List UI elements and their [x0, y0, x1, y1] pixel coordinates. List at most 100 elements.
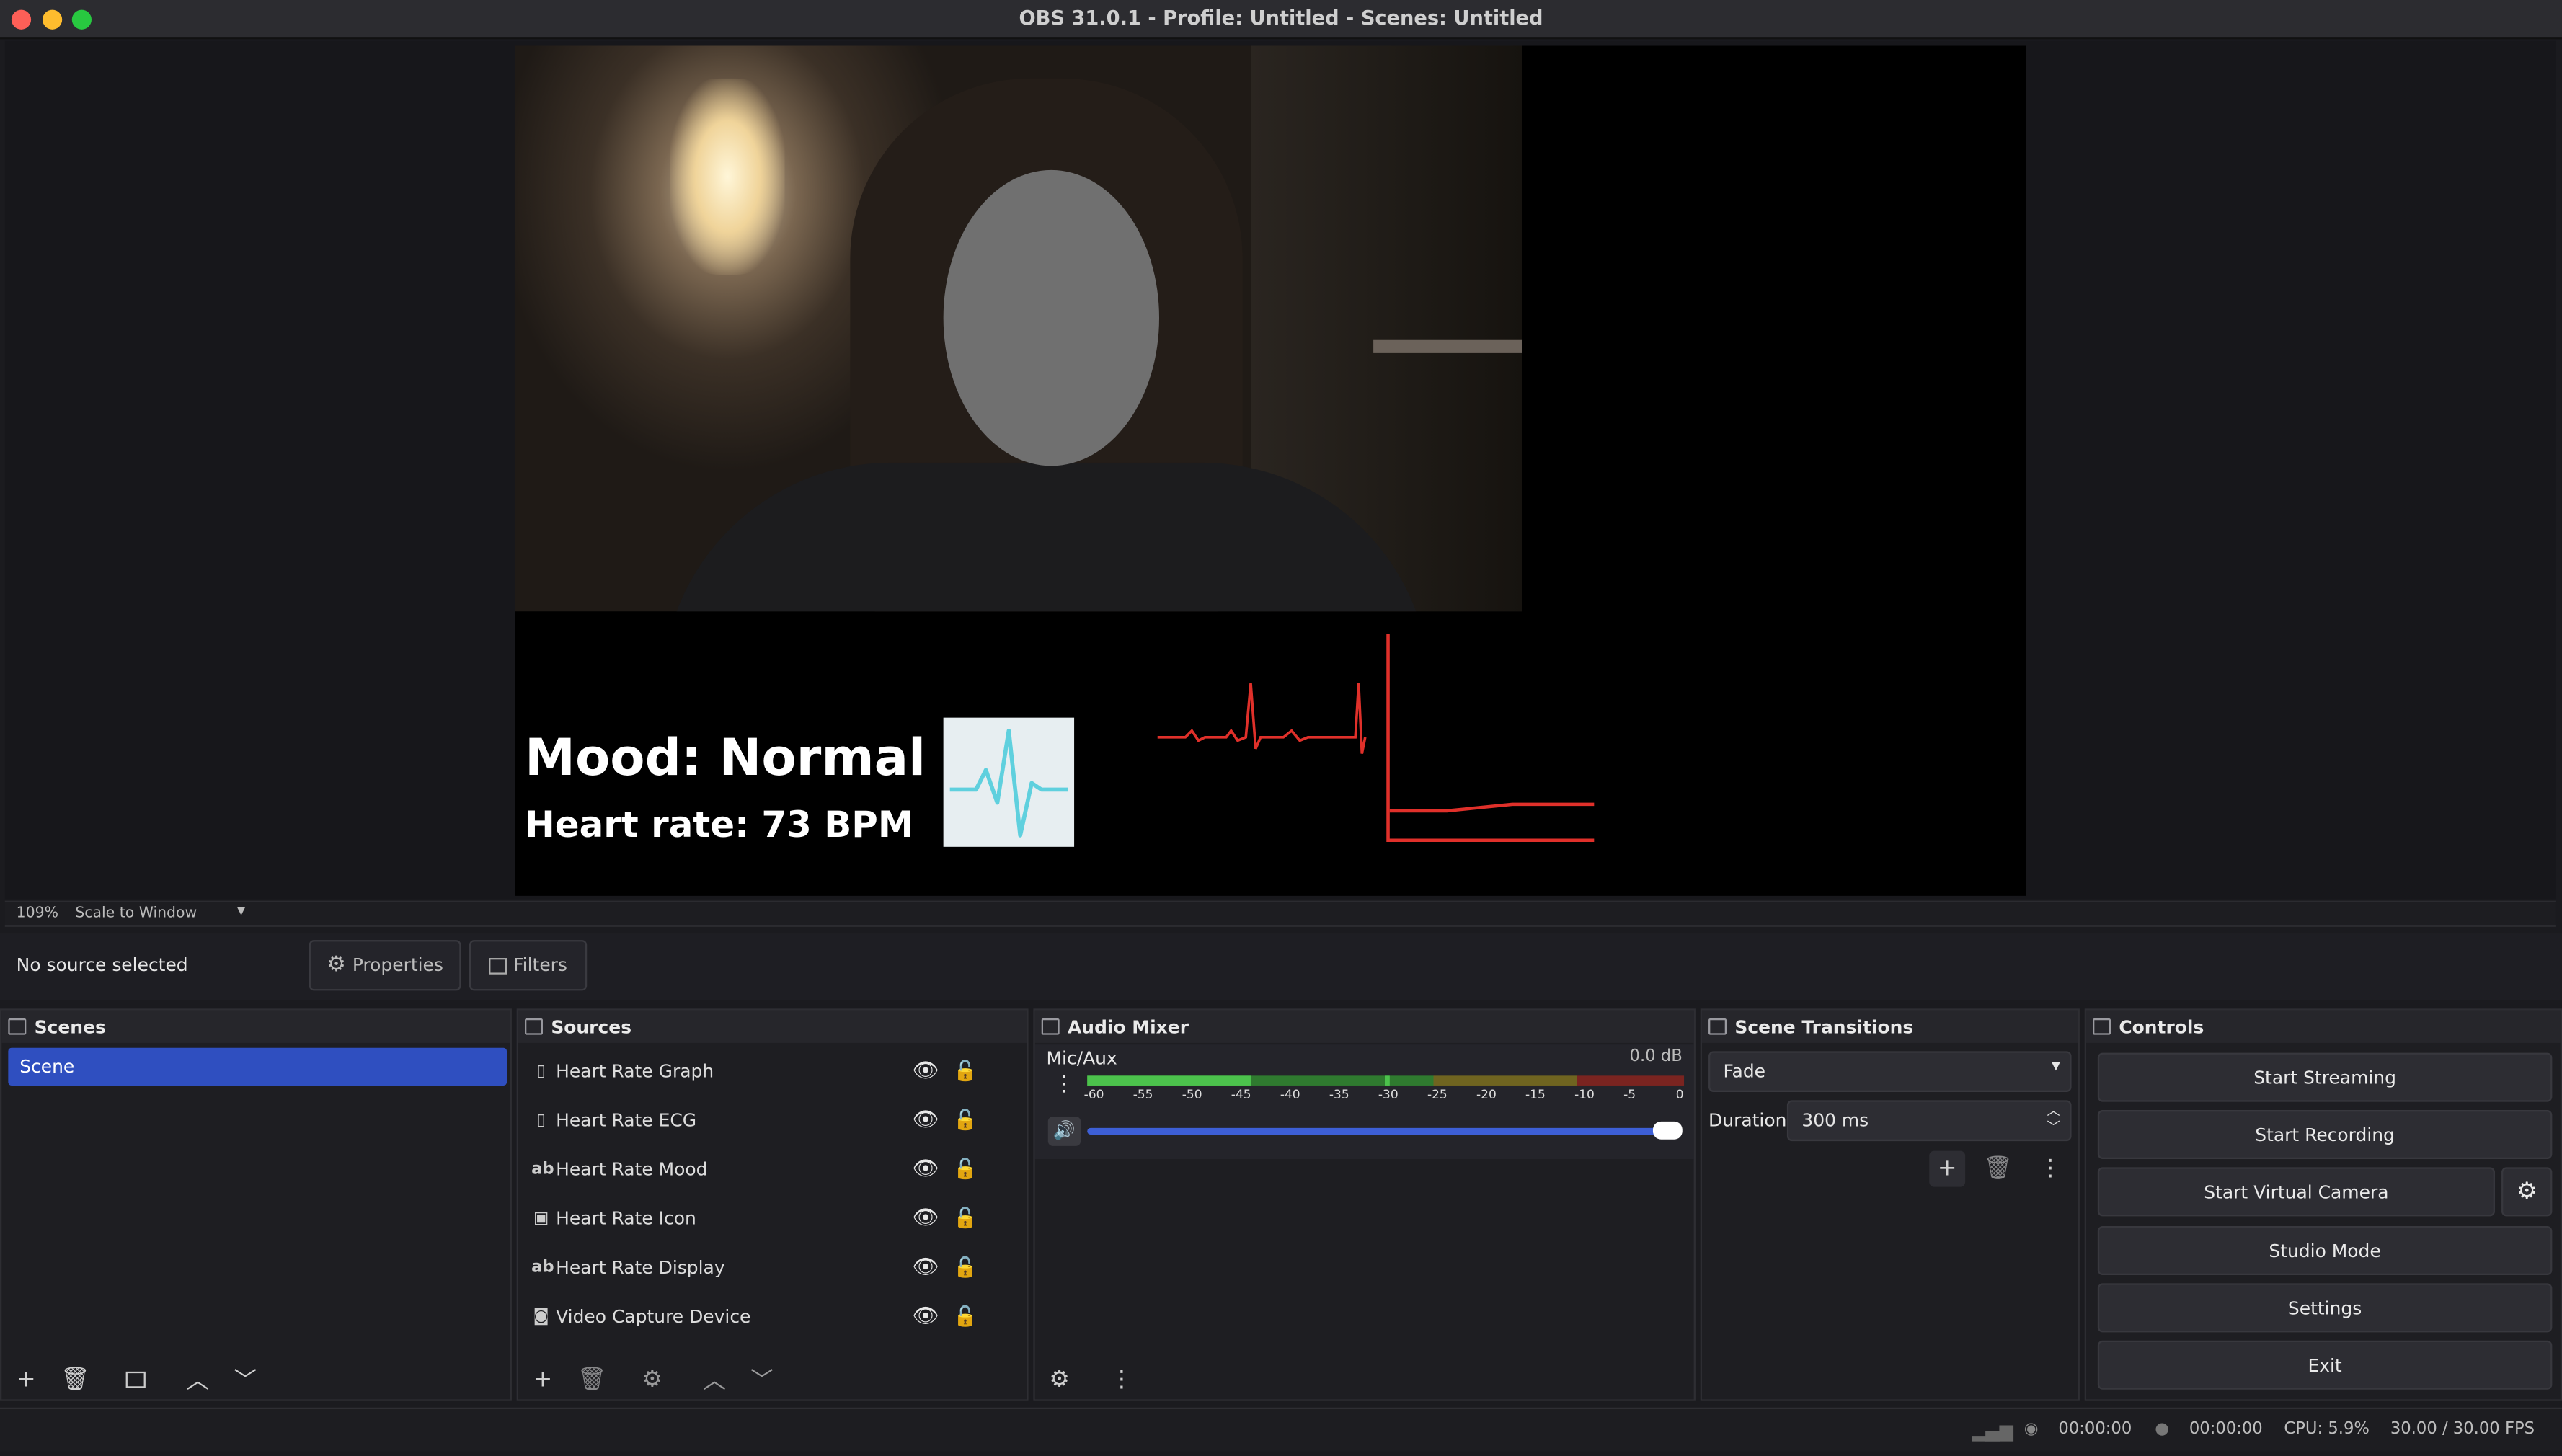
move-scene-up-button[interactable]: ︿ — [182, 1365, 214, 1395]
audio-mixer-dock: Audio Mixer Mic/Aux 0.0 dB ⋮ -60 -55 -50… — [1033, 1008, 1696, 1401]
volume-slider-handle[interactable] — [1652, 1121, 1683, 1140]
audio-settings-button[interactable]: ⚙ — [1043, 1365, 1076, 1395]
eye-icon[interactable]: 👁 — [913, 1108, 939, 1132]
page-icon: ▯ — [536, 1062, 546, 1080]
plus-icon: + — [16, 1367, 36, 1393]
scene-transitions-dock: Scene Transitions Fade ▾ Duration 300 ms… — [1700, 1008, 2080, 1401]
scene-item[interactable]: Scene — [8, 1047, 507, 1086]
source-row[interactable]: ab Heart Rate Display 👁 🔓 — [531, 1249, 997, 1285]
chevron-down-icon: ﹀ — [750, 1368, 774, 1395]
virtual-camera-settings-button[interactable]: ⚙ — [2501, 1167, 2553, 1217]
camera-icon: ◙ — [533, 1307, 549, 1326]
heart-rate-ecg — [1157, 683, 1367, 754]
video-capture-feed — [515, 45, 1522, 612]
text-icon: ab — [531, 1258, 554, 1277]
plus-icon: + — [1937, 1155, 1957, 1182]
stepper-icon[interactable]: ︿ ﹀ — [2047, 1104, 2060, 1136]
studio-mode-button[interactable]: Studio Mode — [2097, 1225, 2553, 1276]
chevron-down-icon[interactable]: ▾ — [237, 902, 245, 920]
audio-menu-button[interactable]: ⋮ — [1105, 1365, 1138, 1395]
more-vertical-icon: ⋮ — [2039, 1155, 2062, 1182]
gears-icon: ⚙ — [1049, 1367, 1070, 1393]
sources-title: Sources — [551, 1016, 632, 1038]
heart-rate-graph — [1386, 634, 1595, 843]
lock-icon[interactable]: 🔓 — [953, 1305, 978, 1328]
eye-icon[interactable]: 👁 — [913, 1206, 939, 1230]
lock-icon[interactable]: 🔓 — [953, 1158, 978, 1181]
settings-button[interactable]: Settings — [2097, 1283, 2553, 1333]
mute-button[interactable]: 🔊 — [1047, 1117, 1081, 1146]
transition-select[interactable]: Fade ▾ — [1708, 1051, 2072, 1093]
source-properties-button[interactable]: ⚙ — [636, 1365, 668, 1395]
dock-icon — [2093, 1018, 2111, 1035]
speaker-icon: 🔊 — [1052, 1119, 1076, 1142]
lock-icon[interactable]: 🔓 — [953, 1109, 978, 1132]
lock-icon[interactable]: 🔓 — [953, 1060, 978, 1083]
channel-menu-button[interactable]: ⋮ — [1051, 1073, 1077, 1105]
volume-meter — [1087, 1075, 1685, 1086]
exit-button[interactable]: Exit — [2097, 1340, 2553, 1390]
filters-button[interactable]: Filters — [469, 940, 588, 991]
trash-icon: 🗑 — [1983, 1155, 2013, 1182]
chevron-up-icon: ︿ — [186, 1368, 210, 1395]
heart-rate-icon — [943, 717, 1075, 847]
lock-icon[interactable]: 🔓 — [953, 1207, 978, 1230]
fps-readout: 30.00 / 30.00 FPS — [2390, 1420, 2535, 1439]
sources-dock: Sources ▯ Heart Rate Graph 👁 🔓 ▯ Heart R… — [516, 1008, 1029, 1401]
transition-menu-button[interactable]: ⋮ — [2034, 1154, 2066, 1184]
controls-dock: Controls Start Streaming Start Recording… — [2084, 1008, 2562, 1401]
source-row[interactable]: ▯ Heart Rate ECG 👁 🔓 — [531, 1102, 997, 1138]
meter-scale: -60 -55 -50 -45 -40 -35 -30 -25 -20 -15 … — [1083, 1087, 1684, 1102]
more-vertical-icon: ⋮ — [1109, 1367, 1133, 1393]
start-virtual-camera-button[interactable]: Start Virtual Camera — [2097, 1167, 2495, 1217]
remove-transition-button[interactable]: 🗑 — [1982, 1154, 2014, 1184]
no-source-label: No source selected — [16, 954, 188, 976]
duration-input[interactable]: 300 ms ︿ ﹀ — [1786, 1100, 2072, 1142]
start-streaming-button[interactable]: Start Streaming — [2097, 1052, 2553, 1102]
audio-mixer-title: Audio Mixer — [1068, 1016, 1189, 1038]
stream-time: 00:00:00 — [2058, 1420, 2132, 1439]
zoom-bar: 109% Scale to Window ▾ — [4, 900, 2556, 927]
mic-aux-channel: Mic/Aux 0.0 dB ⋮ -60 -55 -50 -45 -40 -35… — [1034, 1044, 1694, 1160]
start-recording-button[interactable]: Start Recording — [2097, 1109, 2553, 1160]
add-scene-button[interactable]: + — [10, 1365, 43, 1395]
chevron-down-icon: ﹀ — [234, 1368, 257, 1395]
source-row[interactable]: ▯ Heart Rate Graph 👁 🔓 — [531, 1053, 997, 1089]
page-icon: ▯ — [536, 1111, 546, 1129]
eye-icon[interactable]: 👁 — [913, 1157, 939, 1181]
eye-icon[interactable]: 👁 — [913, 1304, 939, 1328]
scene-filters-button[interactable] — [120, 1365, 152, 1395]
eye-icon[interactable]: 👁 — [913, 1255, 939, 1279]
remove-scene-button[interactable]: 🗑 — [59, 1365, 92, 1395]
window-title: OBS 31.0.1 - Profile: Untitled - Scenes:… — [1019, 6, 1543, 30]
properties-button[interactable]: ⚙ Properties — [309, 940, 461, 991]
preview-canvas[interactable]: Mood: Normal Heart rate: 73 BPM — [515, 45, 2026, 896]
image-icon: ▣ — [533, 1209, 549, 1228]
cpu-usage: CPU: 5.9% — [2284, 1420, 2370, 1439]
heart-rate-text: Heart rate: 73 BPM — [525, 806, 914, 847]
zoom-level: 109% — [16, 905, 59, 923]
gear-icon: ⚙ — [327, 953, 346, 978]
source-row[interactable]: ab Heart Rate Mood 👁 🔓 — [531, 1151, 997, 1187]
remove-source-button[interactable]: 🗑 — [575, 1365, 608, 1395]
trash-icon: 🗑 — [61, 1367, 90, 1393]
move-source-up-button[interactable]: ︿ — [698, 1365, 730, 1394]
channel-name: Mic/Aux — [1046, 1047, 1117, 1070]
volume-slider[interactable] — [1087, 1121, 1683, 1140]
source-row[interactable]: ◙ Video Capture Device 👁 🔓 — [531, 1298, 997, 1334]
gear-icon: ⚙ — [642, 1367, 663, 1393]
duration-label: Duration — [1708, 1109, 1787, 1132]
move-scene-down-button[interactable]: ﹀ — [229, 1365, 262, 1395]
eye-icon[interactable]: 👁 — [913, 1059, 939, 1083]
add-source-button[interactable]: + — [526, 1365, 559, 1395]
add-transition-button[interactable]: + — [1929, 1150, 1966, 1187]
filters-icon — [489, 956, 507, 974]
scale-mode-dropdown[interactable]: Scale to Window — [75, 905, 197, 922]
signal-bars-icon: ▂▄▆ — [1972, 1420, 2013, 1442]
title-bar: OBS 31.0.1 - Profile: Untitled - Scenes:… — [0, 0, 2562, 40]
source-row[interactable]: ▣ Heart Rate Icon 👁 🔓 — [531, 1200, 997, 1236]
move-source-down-button[interactable]: ﹀ — [745, 1365, 778, 1395]
lock-icon[interactable]: 🔓 — [953, 1256, 978, 1279]
more-vertical-icon: ⋮ — [1053, 1072, 1076, 1097]
scene-transitions-title: Scene Transitions — [1734, 1016, 1914, 1038]
